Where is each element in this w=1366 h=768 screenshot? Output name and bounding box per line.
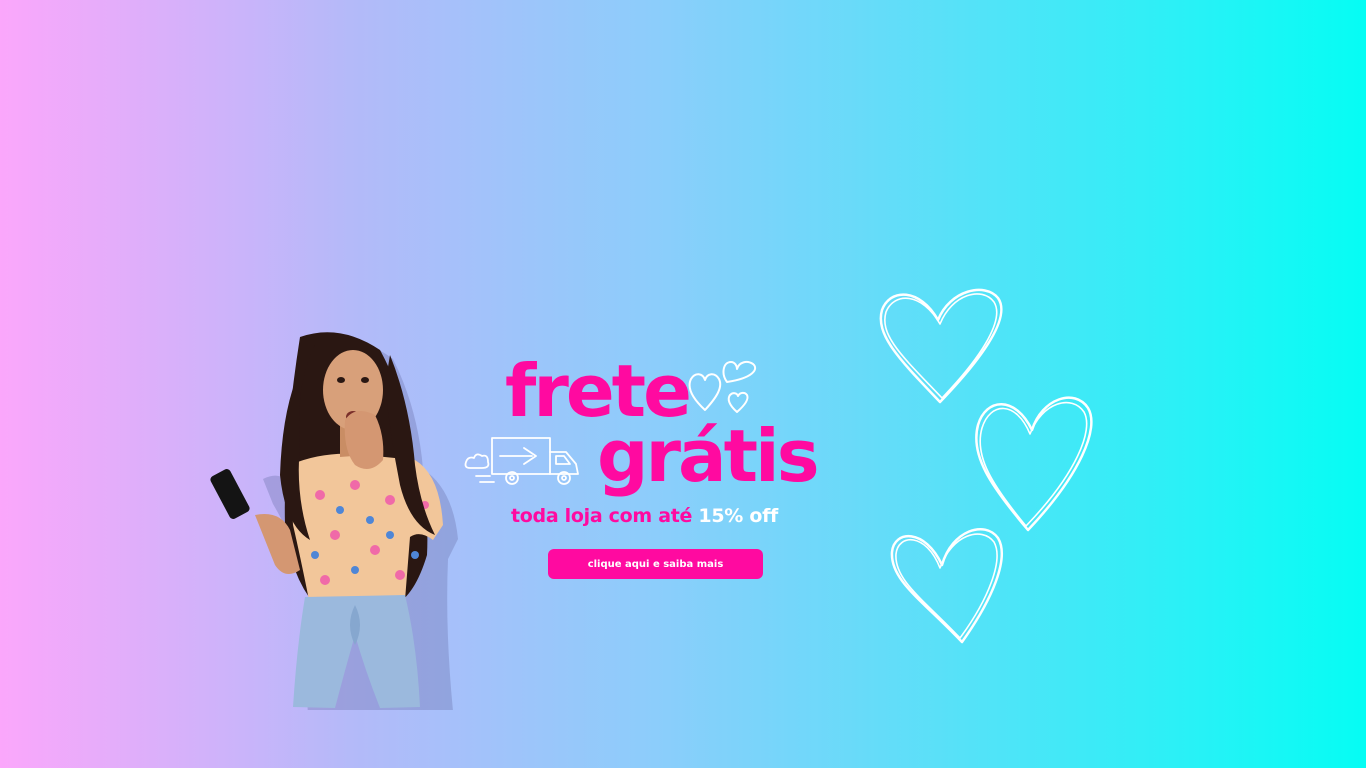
headline-gratis: grátis [597, 414, 820, 498]
promo-discount: 15% off [698, 505, 778, 527]
truck-icon [464, 437, 579, 485]
learn-more-button[interactable]: clique aqui e saiba mais [548, 549, 763, 579]
promo-subline-text: toda loja com até [511, 505, 699, 527]
person-photo [210, 332, 458, 710]
heart-icon [688, 360, 757, 413]
promo-subline: toda loja com até 15% off [511, 505, 778, 527]
heart-icon [879, 288, 1093, 644]
